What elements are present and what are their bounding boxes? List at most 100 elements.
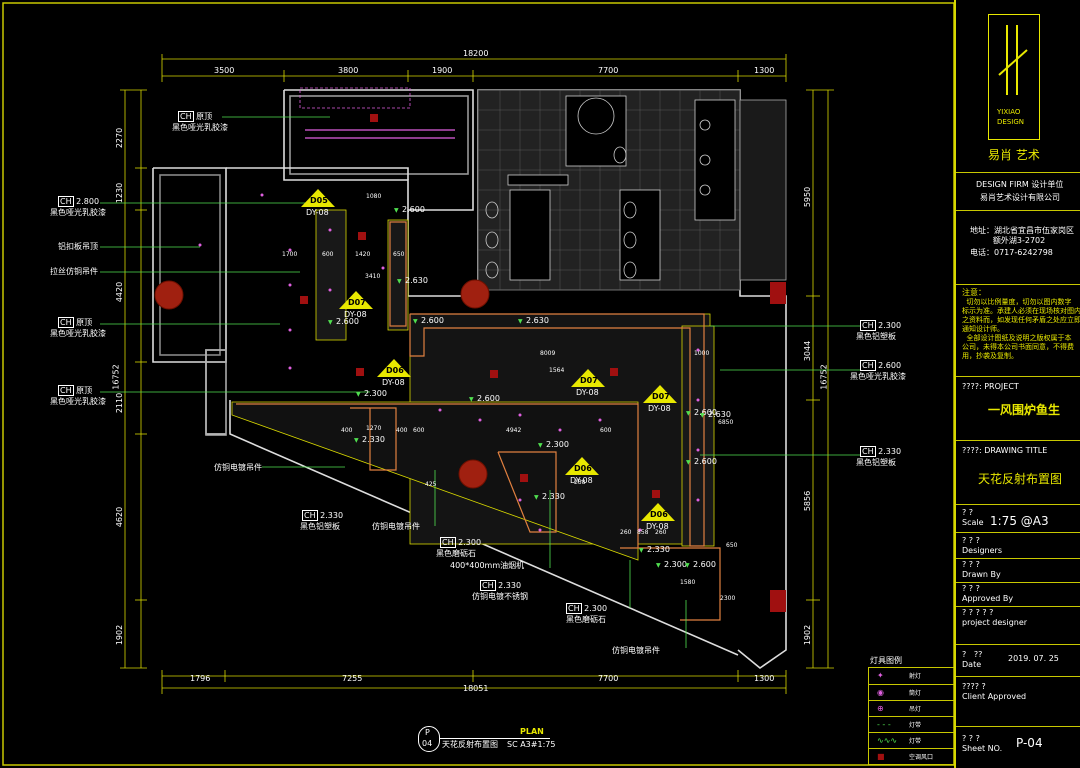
legend-row: ⊕ 吊灯 [869,700,955,716]
strip-light-icon: - - - [877,720,891,729]
ceiling-height-label: 2.600 [693,560,716,569]
lighting-tag: D05 DY-08 [300,188,336,218]
date-value: 2019. 07. 25 [1008,654,1059,663]
lighting-tag: D07 DY-08 [642,384,678,414]
dim-bottom-seg: 1300 [754,674,775,683]
dim-bottom-total: 18051 [463,684,489,693]
legend-title: 灯具图例 [870,656,902,665]
annotation-label: CH 2.600 [860,360,902,371]
date-label: ? ?? Date [962,650,983,669]
divider [956,532,1080,533]
tag-code: D07 [652,392,670,401]
lighting-tag: D07 DY-08 [570,368,606,398]
divider [956,172,1080,173]
ceiling-height-label: 2.600 [477,394,500,403]
divider [956,726,1080,727]
project-name: 一风围炉鱼生 [988,403,1061,417]
annotation-label: CH 2.330 [480,580,522,591]
project-designer-label: ? ? ? ? ? project designer [962,608,1028,627]
annotation-desc: 仿铜电镀不锈钢 [472,592,528,601]
scale-value: 1:75 @A3 [990,514,1049,528]
annotation-desc: 黑色哑光乳胶漆 [850,372,906,381]
inner-dimension: 650 [393,251,405,258]
client-approved-label: ???? ? Client Approved [962,682,1027,701]
annotation-desc: 黑色铝塑板 [300,522,340,531]
divider [956,644,1080,645]
title-block: YIXIAO DESIGN 易肖 艺术 DESIGN FIRM 设计单位 易肖艺… [954,0,1080,768]
downlight-icon: ◉ [877,688,884,697]
dim-bottom-seg: 7255 [342,674,363,683]
inner-dimension: 600 [600,427,612,434]
inner-dimension: 8009 [540,350,556,357]
dim-left-seg: 4620 [115,506,125,528]
firm-phone: 电话：0717-6242798 [970,248,1053,257]
dim-left-seg: 1230 [115,182,125,204]
inner-dimension: 1270 [366,425,382,432]
firm-address: 地址：湖北省宜昌市伍家岗区 额外湖3-2702 [970,226,1074,245]
ceiling-height-label: 2.600 [421,316,444,325]
legend-row: ◉ 筒灯 [869,684,955,700]
height-marker-icon: ▼ [328,319,333,326]
plan-label: PLAN [520,727,544,736]
ceiling-height-label: 2.600 [336,317,359,326]
ceiling-height-label: 2.300 [364,389,387,398]
strip-light-icon: ∿∿∿ [877,736,898,745]
inner-dimension: 1580 [680,579,696,586]
annotation-label: CH 原顶 [58,317,93,328]
annotation-desc: 黑色磨砺石 [566,615,606,624]
sheet-no-value: P-04 [1016,736,1043,750]
annotation-desc: 黑色哑光乳胶漆 [50,397,106,406]
annotation-desc: 黑色磨砺石 [436,549,476,558]
designers-label: ? ? ? Designers [962,536,1002,555]
height-marker-icon: ▼ [469,396,474,403]
ceiling-height-label: 2.630 [405,276,428,285]
inner-dimension: 1700 [282,251,298,258]
annotation-desc: 黑色铝塑板 [856,458,896,467]
annotation-label: CH 2.300 [566,603,608,614]
annotation-label: CH 2.800 [58,196,100,207]
annotation-label: CH 2.300 [440,537,482,548]
annotation-label: CH 原顶 [178,111,213,122]
dim-left-seg: 2110 [115,392,125,414]
height-marker-icon: ▼ [685,562,690,569]
drawing-scale: SC A3#1:75 [507,740,556,749]
annotation-desc: 黑色哑光乳胶漆 [172,123,228,132]
label-underline [440,738,550,739]
annotation-label: 仿铜电镀吊件 [214,463,262,472]
dim-bottom-seg: 1796 [190,674,211,683]
annotation-label: 400*400mm油烟机 [450,561,525,570]
height-marker-icon: ▼ [394,207,399,214]
annotation-label: CH 2.330 [860,446,902,457]
inner-dimension: 3410 [365,273,381,280]
floor-plan [2,2,954,766]
dim-right-seg: 5950 [803,186,813,208]
inner-dimension: 400 [341,427,353,434]
ceiling-height-label: 2.630 [526,316,549,325]
restroom-area [477,89,787,291]
lighting-tag: D07 DY-08 [338,290,374,320]
divider [956,504,1080,505]
tag-type: DY-08 [306,208,329,217]
dim-top-seg: 3500 [214,66,235,75]
inner-dimension: 260 [620,529,632,536]
inner-dimension: 650 [726,542,738,549]
ceiling-height-label: 2.300 [664,560,687,569]
inner-dimension: 1420 [355,251,371,258]
dim-left-seg: 1902 [115,624,125,646]
annotation-desc: 黑色铝塑板 [856,332,896,341]
annotation-label: 仿铜电镀吊件 [612,646,660,655]
inner-dimension: 258 [574,479,586,486]
divider [956,210,1080,211]
logo-icon [998,25,1028,95]
height-marker-icon: ▼ [686,410,691,417]
drawing-title-label: ????: DRAWING TITLE [962,446,1048,455]
legend-row: ✦ 射灯 [877,671,922,680]
legend-row: - - - 灯带 [869,716,955,732]
height-marker-icon: ▼ [397,278,402,285]
dim-right-total: 16752 [819,364,829,390]
spotlight-icon: ✦ [877,671,884,680]
dim-right-seg: 1902 [803,624,813,646]
firm-label: DESIGN FIRM 设计单位 [976,180,1064,189]
height-marker-icon: ▼ [518,318,523,325]
inner-dimension: 260 [655,529,667,536]
